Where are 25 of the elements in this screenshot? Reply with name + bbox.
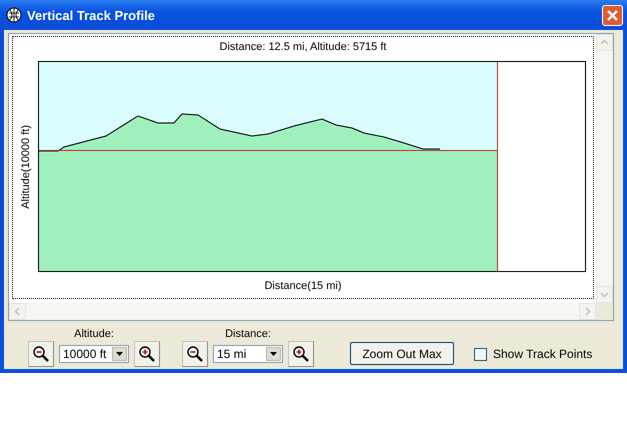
globe-icon	[6, 7, 22, 23]
axis-label: Distance(15 mi)	[263, 280, 343, 292]
zoom-in-icon	[292, 345, 310, 363]
axis-label: Altitude(10000 ft)	[20, 124, 32, 208]
zoom-in-button[interactable]	[134, 341, 160, 367]
close-icon	[606, 8, 619, 22]
zoom-out-button[interactable]	[28, 341, 54, 367]
zoom-out-icon	[32, 345, 50, 363]
window-title: Vertical Track Profile	[27, 8, 156, 22]
field-label: Altitude:	[74, 327, 114, 341]
caret-icon	[116, 352, 123, 356]
dropdown[interactable]: 10000 ft	[59, 345, 129, 363]
zoom-out-button[interactable]	[182, 341, 208, 367]
zoom-in-button[interactable]	[288, 341, 314, 367]
caret-icon	[270, 352, 277, 356]
dropdown[interactable]: 15 mi	[213, 345, 283, 363]
checkbox[interactable]	[474, 348, 487, 360]
zoom-in-icon	[138, 345, 156, 363]
checkbox-label: Show Track Points	[493, 347, 592, 361]
zoom-out-icon	[186, 345, 204, 363]
close-button[interactable]	[602, 4, 623, 26]
field-label: Distance:	[225, 327, 271, 341]
readout-text: Distance: 12.5 mi, Altitude: 5715 ft	[218, 40, 388, 55]
zoom-out-max-button[interactable]: Zoom Out Max	[350, 342, 454, 365]
scrollbar-corner	[596, 303, 613, 320]
